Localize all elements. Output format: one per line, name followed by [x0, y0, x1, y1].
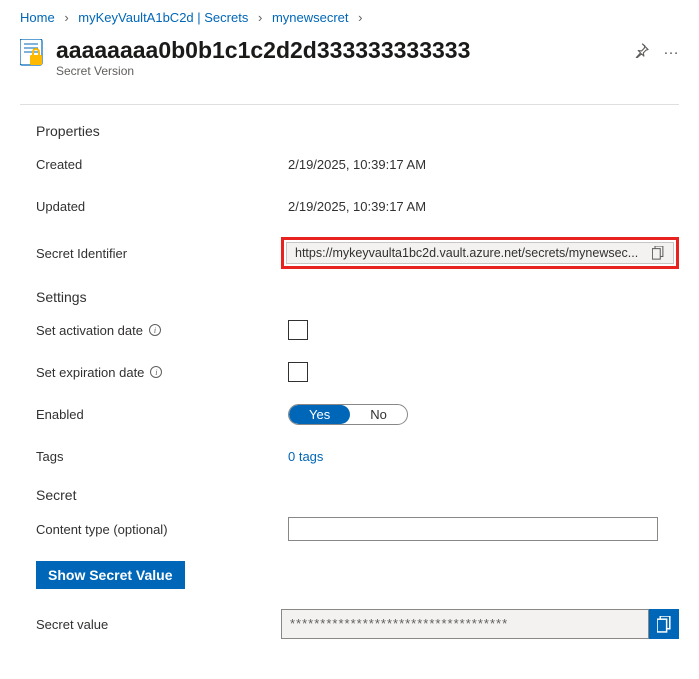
content-type-input[interactable] — [288, 517, 658, 541]
created-value: 2/19/2025, 10:39:17 AM — [288, 157, 679, 172]
enabled-toggle[interactable]: Yes No — [288, 404, 408, 425]
secret-identifier-value: https://mykeyvaulta1bc2d.vault.azure.net… — [295, 246, 646, 260]
activation-date-checkbox[interactable] — [288, 320, 308, 340]
secret-value-label: Secret value — [36, 617, 281, 632]
activation-date-label: Set activation date i — [36, 323, 288, 338]
page-title: aaaaaaaa0b0b1c1c2d2d333333333333 — [56, 37, 622, 64]
info-icon[interactable]: i — [149, 324, 161, 336]
secret-value-field: ************************************ — [281, 609, 649, 639]
secret-identifier-box[interactable]: https://mykeyvaulta1bc2d.vault.azure.net… — [286, 242, 674, 264]
page-subtitle: Secret Version — [56, 64, 622, 78]
breadcrumb-home[interactable]: Home — [20, 10, 55, 25]
show-secret-value-button[interactable]: Show Secret Value — [36, 561, 185, 589]
updated-label: Updated — [36, 199, 288, 214]
created-label: Created — [36, 157, 288, 172]
chevron-right-icon: › — [64, 10, 68, 25]
enabled-label: Enabled — [36, 407, 288, 422]
enabled-yes-option[interactable]: Yes — [289, 405, 350, 424]
secret-identifier-label: Secret Identifier — [36, 246, 281, 261]
expiration-date-checkbox[interactable] — [288, 362, 308, 382]
breadcrumb: Home › myKeyVaultA1bC2d | Secrets › myne… — [0, 0, 699, 31]
tags-label: Tags — [36, 449, 288, 464]
chevron-right-icon: › — [258, 10, 262, 25]
updated-value: 2/19/2025, 10:39:17 AM — [288, 199, 679, 214]
secret-version-icon — [20, 39, 44, 67]
copy-icon[interactable] — [652, 246, 665, 260]
page-header: aaaaaaaa0b0b1c1c2d2d333333333333 Secret … — [0, 31, 699, 94]
section-secret: Secret — [36, 487, 679, 503]
expiration-date-label: Set expiration date i — [36, 365, 288, 380]
chevron-right-icon: › — [358, 10, 362, 25]
breadcrumb-secret[interactable]: mynewsecret — [272, 10, 349, 25]
section-properties: Properties — [36, 123, 679, 139]
info-icon[interactable]: i — [150, 366, 162, 378]
more-icon[interactable]: … — [663, 41, 679, 59]
content-type-label: Content type (optional) — [36, 522, 288, 537]
tags-link[interactable]: 0 tags — [288, 449, 323, 464]
enabled-no-option[interactable]: No — [350, 405, 407, 424]
pin-icon[interactable] — [634, 43, 649, 58]
copy-secret-button[interactable] — [649, 609, 679, 639]
breadcrumb-vault[interactable]: myKeyVaultA1bC2d | Secrets — [78, 10, 248, 25]
section-settings: Settings — [36, 289, 679, 305]
secret-identifier-highlight: https://mykeyvaulta1bc2d.vault.azure.net… — [281, 237, 679, 269]
